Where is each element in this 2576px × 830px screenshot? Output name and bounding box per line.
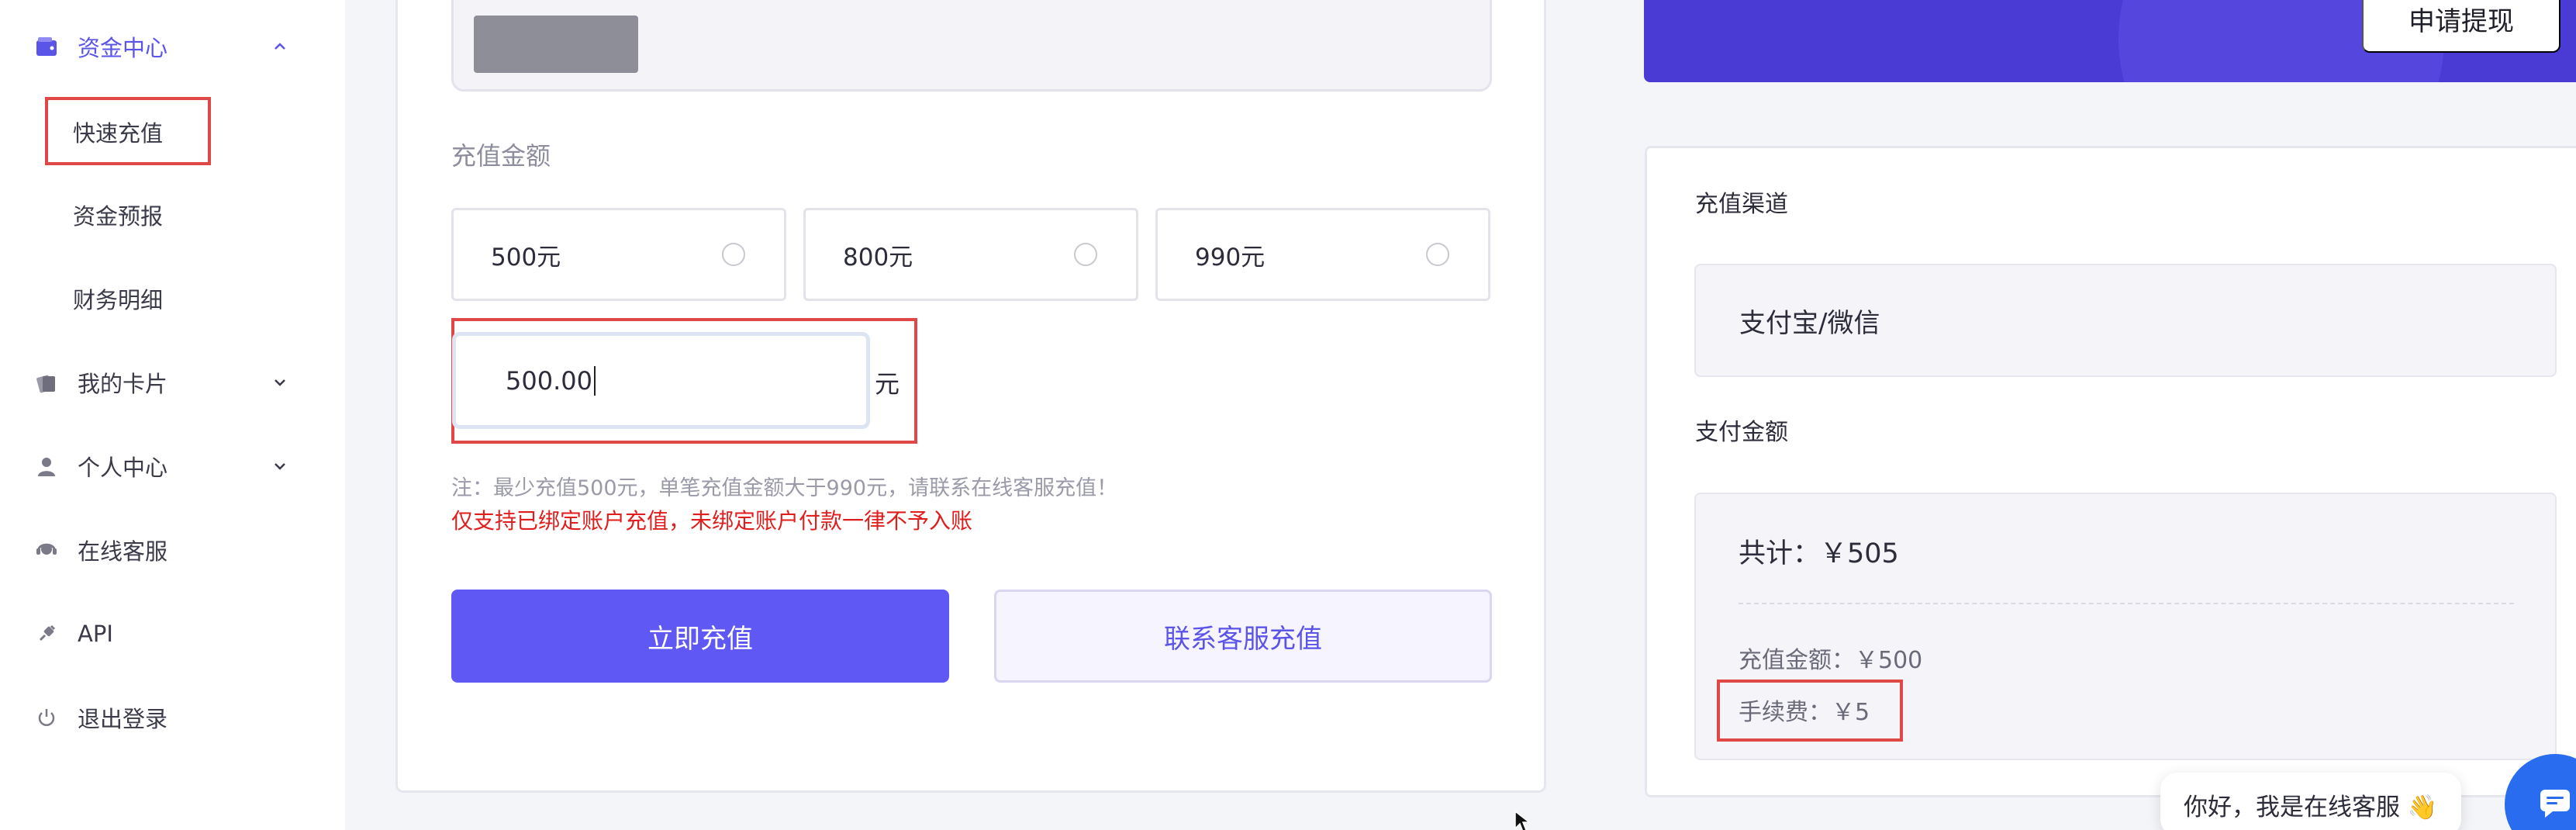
recharge-note: 注：最少充值500元，单笔充值金额大于990元，请联系在线客服充值！ [451,476,1118,500]
sidebar-item-label: API [78,621,113,647]
sidebar-item-label: 在线客服 [78,538,168,565]
sidebar-item-logout[interactable]: 退出登录 [0,686,345,749]
withdraw-button[interactable]: 申请提现 [2362,0,2560,53]
redacted-block [474,16,638,73]
custom-amount-value: 500.00 [506,365,592,396]
divider [1739,603,2514,604]
sidebar-subitem-label: 快速充值 [44,97,212,165]
option-label: 500元 [491,243,561,271]
recharge-now-button[interactable]: 立即充值 [451,590,949,683]
option-label: 990元 [1195,243,1266,271]
api-icon [34,621,59,646]
fee-detail: 手续费：￥5 [1739,699,1870,726]
wallet-icon [34,34,59,59]
chevron-up-icon[interactable] [268,35,292,58]
sidebar-subitem-finance-details[interactable]: 财务明细 [0,268,345,330]
radio-icon[interactable] [1074,243,1097,266]
amount-option-500[interactable]: 500元 [451,208,786,301]
sidebar-item-api[interactable]: API [0,603,345,665]
sidebar-item-online-support[interactable]: 在线客服 [0,519,345,581]
amount-option-800[interactable]: 800元 [803,208,1138,301]
recharge-warning: 仅支持已绑定账户充值，未绑定账户付款一律不予入账 [451,508,973,534]
chat-greeting-bubble[interactable]: 你好，我是在线客服 👋 [2160,773,2461,830]
chat-greeting-text: 你好，我是在线客服 👋 [2184,793,2438,821]
headset-icon [34,538,59,562]
chevron-down-icon[interactable] [268,371,292,394]
channel-label: 充值渠道 [1695,191,1788,218]
option-label: 800元 [843,243,913,271]
card-icon [34,370,59,395]
channel-value: 支付宝/微信 [1739,307,1880,339]
sidebar-subitem-label: 财务明细 [73,287,164,313]
sidebar-subitem-quick-recharge[interactable]: 快速充值 [0,97,345,165]
text-caret [593,365,596,396]
amount-label: 充值金额 [451,141,551,171]
sidebar-subitem-fund-forecast[interactable]: 资金预报 [0,184,345,246]
power-icon [34,705,59,730]
sidebar-item-my-cards[interactable]: 我的卡片 [0,351,345,413]
sidebar-subitem-label: 资金预报 [73,203,164,230]
radio-icon[interactable] [1426,243,1449,266]
channel-select[interactable]: 支付宝/微信 [1694,264,2557,377]
sidebar: 资金中心 快速充值 资金预报 财务明细 我的卡片 个人中心 在线客服 API 退… [0,0,345,830]
recharge-amount-detail: 充值金额：￥500 [1739,647,1923,674]
amount-option-990[interactable]: 990元 [1155,208,1490,301]
sidebar-item-label: 资金中心 [78,35,168,61]
sidebar-item-personal-center[interactable]: 个人中心 [0,435,345,497]
sidebar-item-fund-center[interactable]: 资金中心 [0,16,345,78]
sidebar-item-label: 我的卡片 [78,371,168,397]
mouse-cursor-icon [1514,810,1531,830]
custom-amount-input[interactable]: 500.00 [452,332,870,429]
radio-icon[interactable] [722,243,745,266]
amount-unit: 元 [875,369,900,399]
chat-icon [2537,785,2573,824]
pay-amount-label: 支付金额 [1695,419,1788,446]
sidebar-item-label: 个人中心 [78,455,168,481]
user-icon [34,454,59,479]
contact-support-recharge-button[interactable]: 联系客服充值 [994,590,1492,683]
total-amount: 共计：￥505 [1739,538,1899,569]
sidebar-item-label: 退出登录 [78,706,168,732]
chevron-down-icon[interactable] [268,455,292,478]
